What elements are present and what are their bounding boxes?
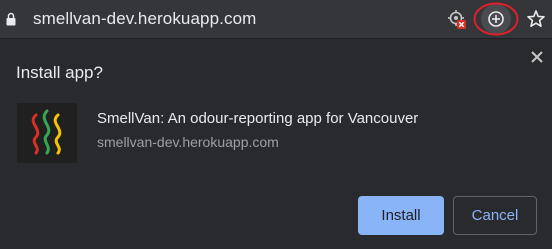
app-name: SmellVan: An odour-reporting app for Van… [97, 110, 419, 127]
install-app-icon[interactable] [473, 2, 519, 36]
url-text[interactable]: smellvan-dev.herokuapp.com [33, 9, 256, 29]
location-blocked-icon[interactable] [445, 7, 469, 31]
install-app-dialog: Install app? SmellVan: An odour-reportin… [0, 39, 552, 249]
app-icon [17, 103, 77, 163]
close-icon[interactable] [527, 47, 547, 67]
dialog-title: Install app? [16, 63, 103, 82]
install-button[interactable]: Install [358, 196, 444, 235]
address-bar[interactable]: smellvan-dev.herokuapp.com [0, 0, 552, 39]
app-domain: smellvan-dev.herokuapp.com [97, 134, 279, 150]
cancel-button[interactable]: Cancel [453, 196, 537, 235]
lock-icon[interactable] [6, 12, 16, 26]
bookmark-star-icon[interactable] [524, 7, 548, 31]
